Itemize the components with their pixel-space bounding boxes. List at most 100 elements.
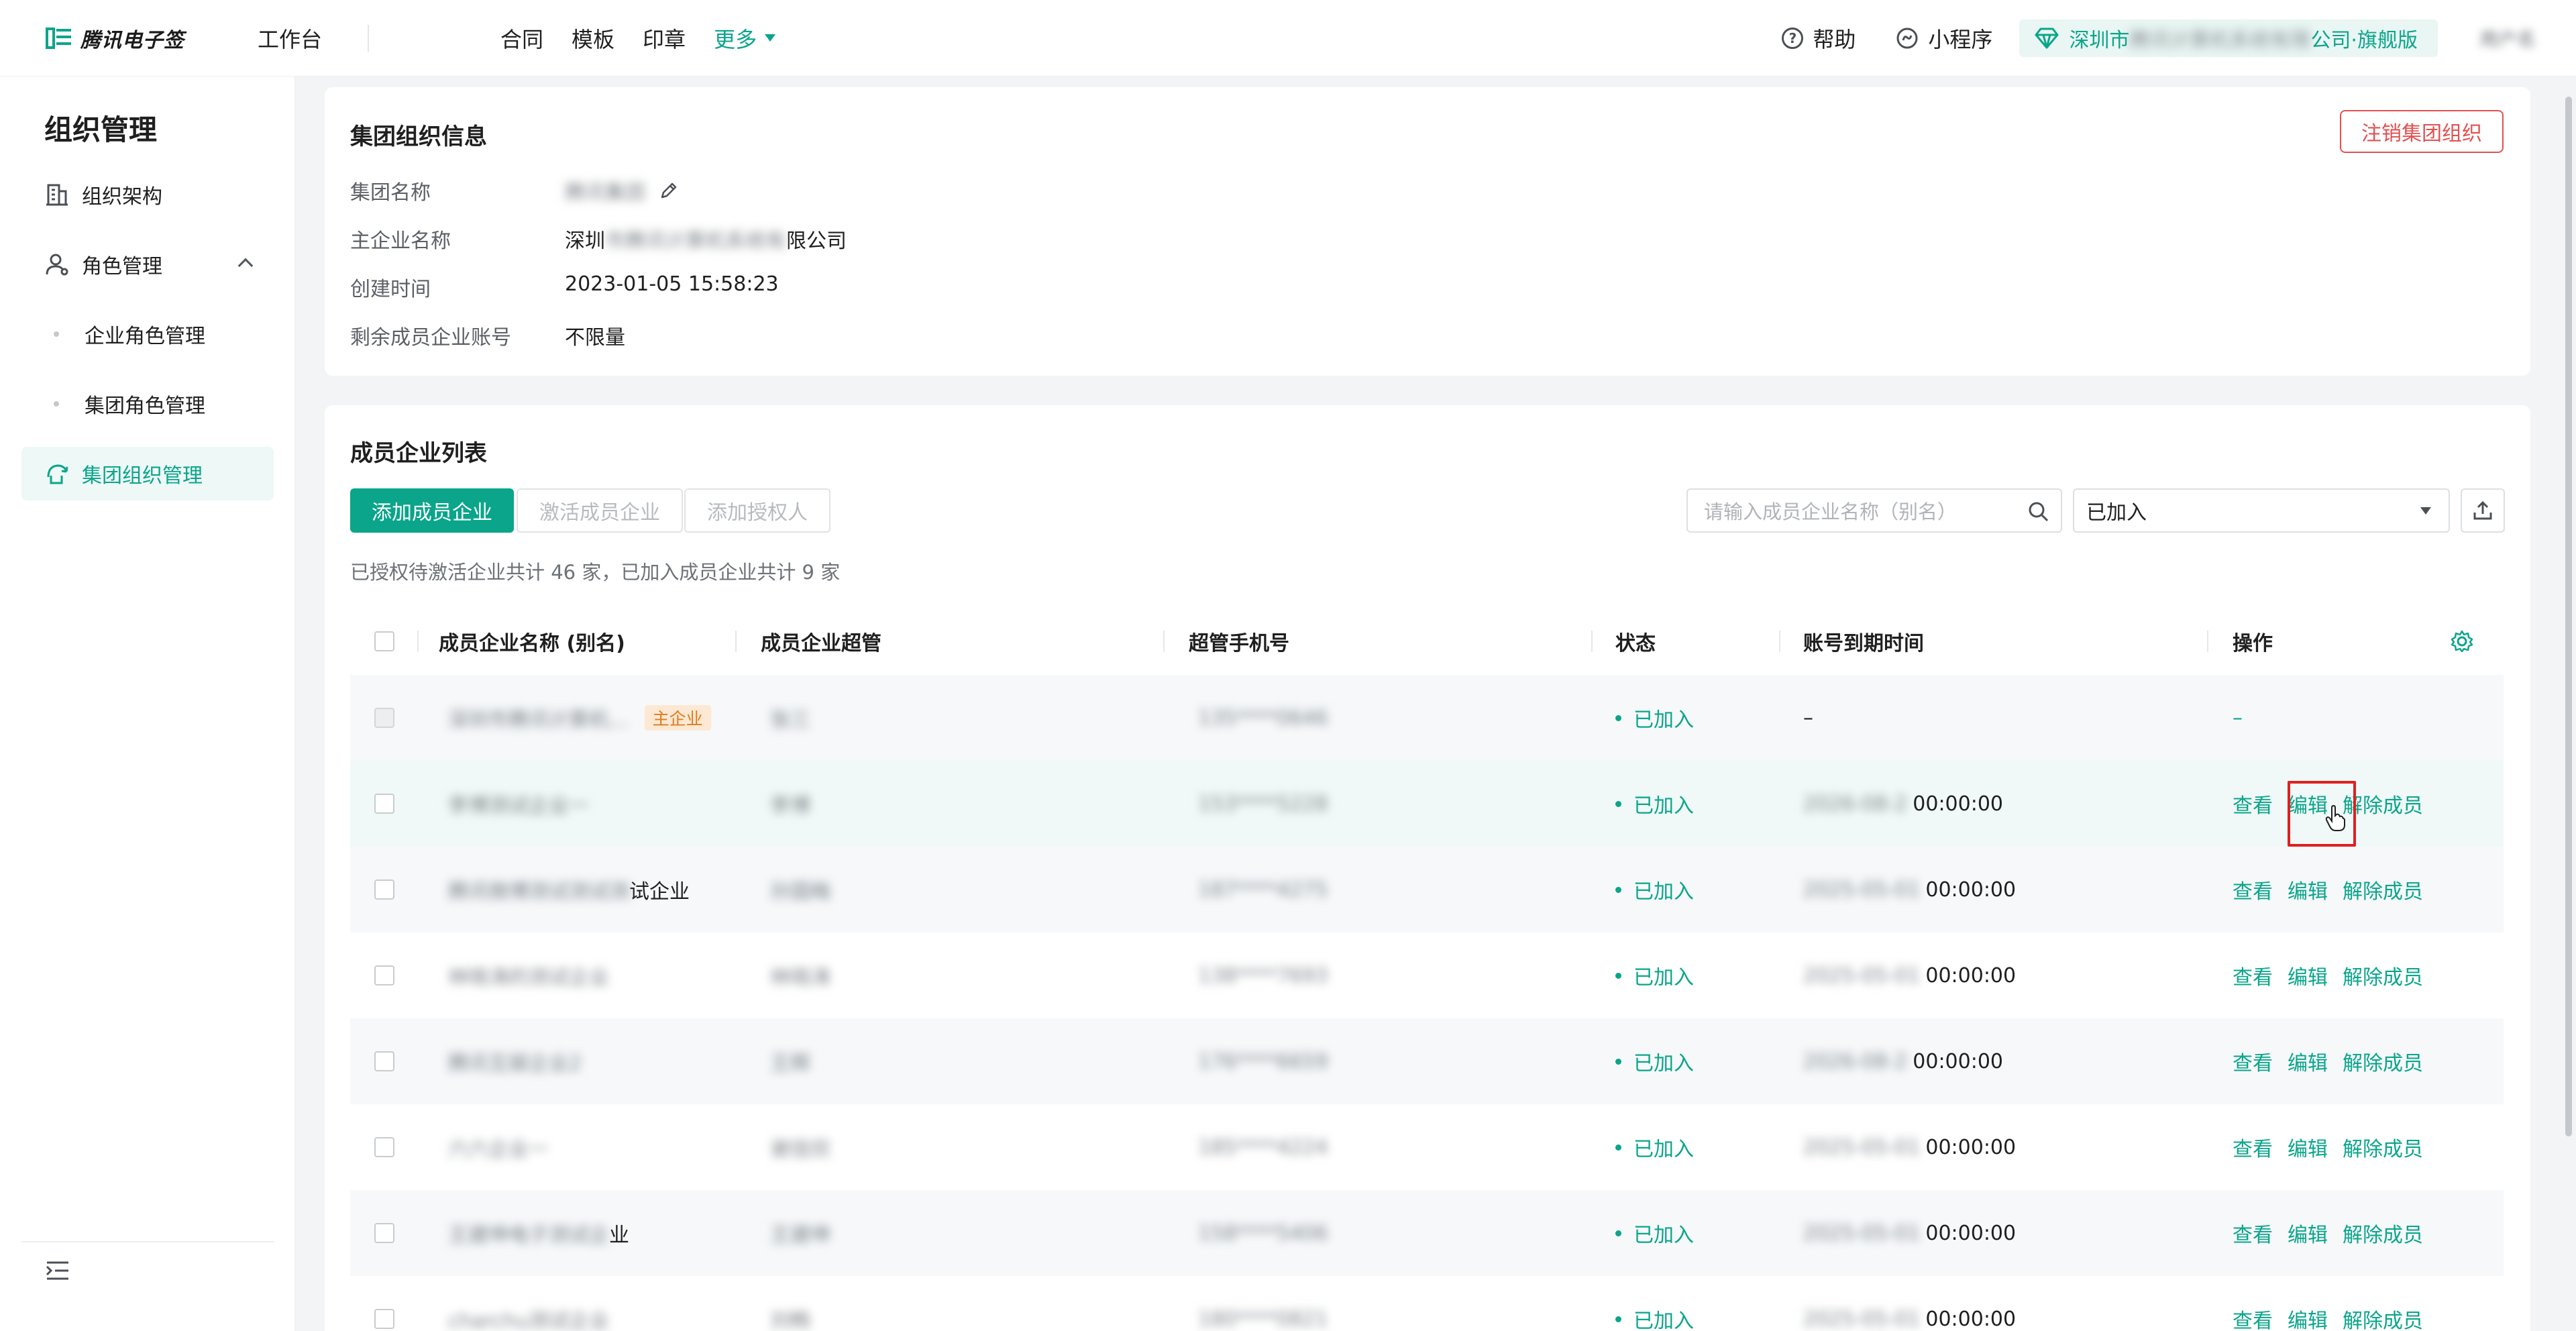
edit-button[interactable]: 编辑 (2288, 1304, 2328, 1331)
remove-member-button[interactable]: 解除成员 (2343, 961, 2423, 990)
sidebar-item-group-org[interactable]: 集团组织管理 (21, 447, 274, 500)
row-checkbox[interactable] (374, 1051, 394, 1071)
member-name-hidden: 腾讯互娱企业2 (448, 1052, 582, 1075)
expire-tail: 00:00:00 (1925, 1307, 2017, 1331)
view-button[interactable]: 查看 (2233, 875, 2273, 904)
brand[interactable]: 腾讯电子签 (44, 23, 246, 53)
table-row[interactable]: 腾讯互娱企业2 王辉 176****6659 已加入 2026-08-2 00:… (350, 1018, 2504, 1104)
phone-cell: 180****0821 (1198, 1307, 1328, 1331)
cancel-group-button[interactable]: 注销集团组织 (2340, 110, 2504, 153)
status-dot (1615, 1144, 1621, 1151)
sidebar-item-group-roles[interactable]: 集团角色管理 (21, 377, 274, 431)
pencil-icon[interactable] (659, 180, 679, 201)
row-checkbox (374, 708, 394, 728)
org-name-prefix: 深圳市 (2069, 29, 2130, 52)
actions-cell: 查看 编辑 解除成员 (2233, 1190, 2438, 1276)
add-member-button[interactable]: 添加成员企业 (350, 488, 514, 533)
help-icon: ? (1782, 28, 1804, 49)
expire-hidden: 2026-08-2 (1803, 1049, 1908, 1073)
sidebar-item-label: 角色管理 (82, 255, 162, 278)
remove-member-button[interactable]: 解除成员 (2343, 1218, 2423, 1248)
scrollbar-thumb[interactable] (2565, 97, 2572, 1136)
expire-tail: 00:00:00 (1925, 877, 2017, 902)
edit-button[interactable]: 编辑 (2288, 875, 2328, 904)
row-checkbox[interactable] (374, 965, 394, 986)
nav-contracts[interactable]: 合同 (500, 23, 543, 54)
actions-cell: 查看 编辑 解除成员 (2233, 847, 2438, 933)
column-settings-gear-icon[interactable] (2450, 629, 2474, 653)
search-input[interactable]: 请输入成员企业名称（别名） (1686, 488, 2062, 533)
table-row[interactable]: charchu测试企业 刘畅 180****0821 已加入 2025-05-0… (350, 1276, 2504, 1331)
view-button[interactable]: 查看 (2233, 961, 2273, 990)
row-checkbox[interactable] (374, 794, 394, 814)
row-checkbox[interactable] (374, 880, 394, 900)
remove-member-button[interactable]: 解除成员 (2343, 875, 2423, 904)
sidebar-item-company-roles[interactable]: 企业角色管理 (21, 307, 274, 361)
expire-hidden: 2026-08-2 (1803, 792, 1908, 816)
view-button[interactable]: 查看 (2233, 1218, 2273, 1248)
remaining-accounts-value: 不限量 (565, 326, 625, 350)
view-button[interactable]: 查看 (2233, 1304, 2273, 1331)
table-row[interactable]: 李博测试企业一 李博 153****5228 已加入 2026-08-2 00:… (350, 761, 2504, 847)
highlight-box (2288, 781, 2356, 847)
row-checkbox[interactable] (374, 1223, 394, 1243)
remove-member-button[interactable]: 解除成员 (2343, 1047, 2423, 1076)
column-header-admin: 成员企业超管 (761, 632, 881, 655)
status-dot (1615, 714, 1621, 721)
table-row[interactable]: 林晓涛的测试企业 林晓涛 138****7693 已加入 2025-05-01 … (350, 933, 2504, 1018)
top-navigation-bar: 腾讯电子签 工作台 合同 模板 印章 更多 ? 帮助 小程序 深圳市 腾讯计算机… (0, 0, 2576, 76)
member-name-cell: 六六企业一 (448, 1104, 549, 1190)
phone-cell: 135****0646 (1198, 706, 1328, 730)
member-name-cell: 林晓涛的测试企业 (448, 933, 609, 1018)
table-row[interactable]: 六六企业一 谢佳欣 185****4224 已加入 2025-05-01 00:… (350, 1104, 2504, 1190)
sidebar-item-org-structure[interactable]: 组织架构 (21, 168, 274, 221)
collapse-sidebar-icon[interactable] (44, 1257, 71, 1284)
column-header-name: 成员企业名称 (别名) (439, 632, 625, 655)
expire-cell: – (1803, 675, 1813, 761)
miniprogram-link[interactable]: 小程序 (1896, 23, 1992, 54)
edit-button[interactable]: 编辑 (2288, 961, 2328, 990)
admin-cell: 谢佳欣 (770, 1138, 830, 1161)
help-link[interactable]: ? 帮助 (1782, 23, 1856, 54)
export-button[interactable] (2461, 488, 2505, 533)
expire-hidden: 2025-05-01 (1803, 1307, 1921, 1331)
expire-tail: 00:00:00 (1925, 1135, 2017, 1159)
status-cell: 已加入 (1615, 847, 1694, 933)
remove-member-button[interactable]: 解除成员 (2343, 1132, 2423, 1162)
page-scrollbar[interactable] (2561, 76, 2576, 1331)
org-switcher[interactable]: 深圳市 腾讯计算机系统有限 公司·旗舰版 (2019, 19, 2438, 57)
edit-button[interactable]: 编辑 (2288, 1132, 2328, 1162)
status-cell: 已加入 (1615, 1104, 1694, 1190)
admin-cell: 王辉 (770, 1052, 810, 1075)
edit-button[interactable]: 编辑 (2288, 1218, 2328, 1248)
view-button[interactable]: 查看 (2233, 789, 2273, 818)
remove-member-button[interactable]: 解除成员 (2343, 1304, 2423, 1331)
nav-more-label: 更多 (714, 26, 757, 52)
column-separator (735, 631, 737, 652)
row-checkbox[interactable] (374, 1137, 394, 1157)
edit-button[interactable]: 编辑 (2288, 1047, 2328, 1076)
add-authorizer-button[interactable]: 添加授权人 (684, 488, 830, 533)
chevron-up-icon (237, 258, 254, 274)
sidebar-item-role-management[interactable]: 角色管理 (21, 237, 274, 291)
table-row[interactable]: 王建坤电子测试企 业 王建坤 158****5406 已加入 2025-05-0… (350, 1190, 2504, 1276)
activate-member-button[interactable]: 激活成员企业 (517, 488, 683, 533)
nav-seals[interactable]: 印章 (643, 23, 686, 54)
view-button[interactable]: 查看 (2233, 1047, 2273, 1076)
phone-cell: 153****5228 (1198, 792, 1328, 816)
table-row[interactable]: 深圳市腾讯计算机... 主企业 张三 135****0646 已加入 – – (350, 675, 2504, 761)
nav-more[interactable]: 更多 (714, 23, 776, 54)
status-filter-select[interactable]: 已加入 (2073, 488, 2450, 533)
member-name-cell: 深圳市腾讯计算机... 主企业 (448, 675, 711, 761)
admin-cell: 刘畅 (770, 1310, 810, 1331)
sidebar-item-label: 集团角色管理 (85, 394, 205, 418)
building-icon (46, 184, 68, 206)
table-row[interactable]: 腾讯微博测试测试测 试企业 孙国梅 187****4275 已加入 2025-0… (350, 847, 2504, 933)
select-all-checkbox[interactable] (374, 631, 394, 651)
search-icon[interactable] (2027, 500, 2050, 523)
row-checkbox[interactable] (374, 1309, 394, 1329)
nav-templates[interactable]: 模板 (572, 23, 614, 54)
view-button[interactable]: 查看 (2233, 1132, 2273, 1162)
workbench-link[interactable]: 工作台 (258, 23, 322, 54)
user-menu[interactable]: 用户名 (2479, 25, 2536, 52)
